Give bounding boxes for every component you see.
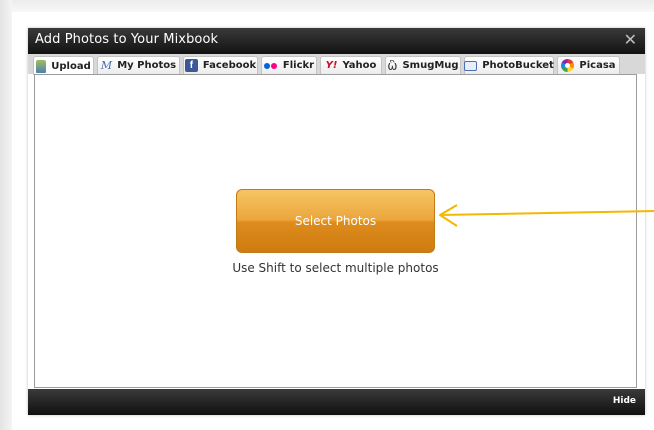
tab-label: Flickr: [282, 60, 315, 71]
upload-icon: [36, 59, 47, 73]
photobucket-icon: [464, 60, 478, 71]
tab-smugmug[interactable]: ὣ SmugMug: [385, 56, 461, 74]
tab-label: SmugMug: [402, 60, 459, 71]
tab-flickr[interactable]: Flickr: [261, 56, 317, 74]
yahoo-icon: Y!: [325, 60, 338, 71]
mixbook-icon: M: [100, 59, 113, 72]
tab-label: Picasa: [579, 60, 616, 71]
source-tabs: Upload M My Photos f Facebook Flickr Y! …: [28, 54, 645, 75]
tab-label: PhotoBucket: [482, 60, 554, 71]
tab-picasa[interactable]: Picasa: [557, 56, 620, 74]
tab-photobucket[interactable]: PhotoBucket: [464, 56, 554, 74]
dialog-titlebar: Add Photos to Your Mixbook ✕: [28, 28, 645, 54]
smugmug-icon: ὣ: [387, 58, 398, 73]
hide-button[interactable]: Hide: [613, 396, 636, 406]
tab-label: Yahoo: [342, 60, 377, 71]
select-photos-button[interactable]: Select Photos: [236, 189, 435, 253]
tab-yahoo[interactable]: Y! Yahoo: [320, 56, 382, 74]
background-shade-top: [0, 0, 654, 12]
tab-label: Upload: [51, 60, 91, 72]
tab-upload[interactable]: Upload: [33, 56, 94, 75]
background-shade-left: [0, 0, 12, 430]
flickr-icon: [263, 62, 278, 70]
picasa-icon: [561, 59, 575, 72]
facebook-icon: f: [184, 59, 198, 72]
tab-label: Facebook: [202, 60, 257, 71]
tab-label: My Photos: [117, 60, 177, 71]
upload-panel: Select Photos Use Shift to select multip…: [34, 74, 637, 388]
add-photos-dialog: Add Photos to Your Mixbook ✕ Upload M My…: [28, 28, 645, 415]
dialog-footer: Hide: [28, 389, 645, 415]
tab-facebook[interactable]: f Facebook: [183, 56, 258, 74]
multi-select-hint: Use Shift to select multiple photos: [232, 261, 439, 275]
dialog-title: Add Photos to Your Mixbook: [35, 32, 219, 47]
tab-my-photos[interactable]: M My Photos: [97, 56, 180, 74]
close-button[interactable]: ✕: [624, 30, 637, 49]
